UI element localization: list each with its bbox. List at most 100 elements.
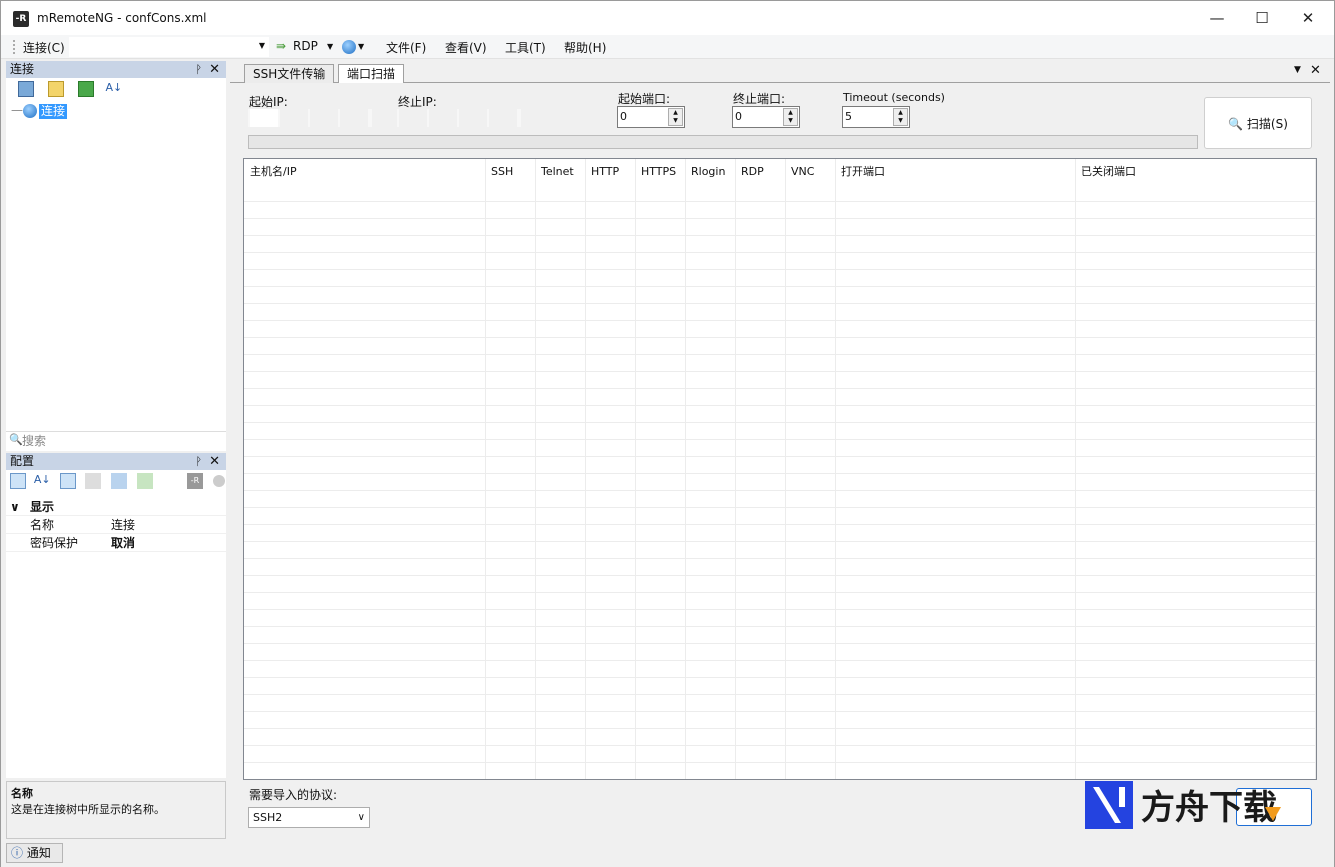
pin-icon[interactable]: ᚹ xyxy=(195,61,202,78)
column-header[interactable]: 打开端口 xyxy=(835,159,885,185)
sort-alpha-icon[interactable]: A↓ xyxy=(34,473,51,489)
end-port-spinner[interactable]: 0 ▲ ▼ xyxy=(732,106,800,128)
default-props-icon[interactable] xyxy=(111,473,128,489)
scan-button-label: 扫描(S) xyxy=(1246,117,1288,131)
column-header[interactable]: HTTPS xyxy=(635,159,676,185)
description-panel: 名称 这是在连接树中所显示的名称。 xyxy=(6,781,226,839)
ip-octet-4[interactable] xyxy=(489,109,517,127)
close-icon[interactable]: ✕ xyxy=(209,453,220,470)
view-icon[interactable] xyxy=(77,81,94,97)
description-title: 名称 xyxy=(11,787,33,800)
timeout-spinner[interactable]: 5 ▲ ▼ xyxy=(842,106,910,128)
tab-ssh-file-transfer[interactable]: SSH文件传输 xyxy=(244,64,335,84)
menu-file[interactable]: 文件(F) xyxy=(386,39,426,56)
table-row xyxy=(244,269,1316,270)
timeout-value[interactable]: 5 xyxy=(845,110,852,123)
column-header[interactable]: VNC xyxy=(785,159,814,185)
end-ip-label: 终止IP: xyxy=(398,95,437,109)
protocol-dropdown-icon[interactable]: ▼ xyxy=(327,42,333,51)
column-header[interactable]: 主机名/IP xyxy=(244,159,297,185)
tab-list-icon[interactable]: ▼ xyxy=(1294,65,1301,75)
start-port-value[interactable]: 0 xyxy=(620,110,627,123)
ip-octet-4[interactable] xyxy=(340,109,368,127)
logo-bar xyxy=(1119,787,1125,807)
prop-row[interactable]: 名称 连接 xyxy=(6,516,226,534)
start-port-spinner[interactable]: 0 ▲ ▼ xyxy=(617,106,685,128)
prop-value[interactable]: 连接 xyxy=(111,516,135,534)
table-row xyxy=(244,660,1316,661)
menu-view[interactable]: 查看(V) xyxy=(445,39,487,56)
table-row xyxy=(244,218,1316,219)
table-row xyxy=(244,456,1316,457)
ip-octet-1[interactable] xyxy=(250,109,278,127)
table-row xyxy=(244,388,1316,389)
pin-icon[interactable]: ᚹ xyxy=(195,453,202,470)
close-button[interactable]: ✕ xyxy=(1285,1,1331,35)
prop-row[interactable]: 密码保护 取消 xyxy=(6,534,226,552)
column-header[interactable]: Rlogin xyxy=(685,159,725,185)
column-header[interactable]: SSH xyxy=(485,159,513,185)
connections-toolbar: A↓ xyxy=(18,81,122,97)
tab-port-scan[interactable]: 端口扫描 xyxy=(338,64,405,85)
table-row xyxy=(244,201,1316,202)
spinner-updown-icon[interactable]: ▲ ▼ xyxy=(783,108,798,126)
ip-octet-3[interactable] xyxy=(310,109,338,127)
connections-title: 连接 xyxy=(10,62,35,76)
globe-icon[interactable] xyxy=(342,40,356,54)
table-row xyxy=(244,575,1316,576)
table-row xyxy=(244,439,1316,440)
chevron-down-icon[interactable]: ∨ xyxy=(358,808,365,827)
menu-tools[interactable]: 工具(T) xyxy=(505,39,546,56)
menu-help[interactable]: 帮助(H) xyxy=(564,39,606,56)
ip-octet-3[interactable] xyxy=(459,109,487,127)
close-icon[interactable]: ✕ xyxy=(209,61,220,78)
minimize-button[interactable]: — xyxy=(1194,1,1240,35)
globe-dropdown-icon[interactable]: ▼ xyxy=(358,42,364,51)
connect-menu[interactable]: 连接(C) xyxy=(23,39,65,56)
host-status-icon[interactable]: -R xyxy=(186,473,203,489)
maximize-button[interactable]: ☐ xyxy=(1239,1,1285,35)
chevron-down-icon[interactable]: ∨ xyxy=(10,500,20,514)
end-port-label: 终止端口: xyxy=(733,92,786,106)
spinner-updown-icon[interactable]: ▲ ▼ xyxy=(893,108,908,126)
column-header[interactable]: 已关闭端口 xyxy=(1075,159,1136,185)
search-input[interactable]: 搜索 xyxy=(6,431,226,449)
rdp-protocol-button[interactable]: RDP xyxy=(293,39,318,53)
ip-octet-2[interactable] xyxy=(280,109,308,127)
scan-results-table[interactable]: 主机名/IP SSH Telnet HTTP HTTPS Rlogin RDP … xyxy=(243,158,1317,780)
column-header[interactable]: Telnet xyxy=(535,159,574,185)
close-tab-icon[interactable]: ✕ xyxy=(1310,63,1321,78)
prop-value[interactable]: 取消 xyxy=(111,534,135,552)
table-row xyxy=(244,677,1316,678)
new-connection-icon[interactable] xyxy=(18,81,34,97)
chevron-down-icon[interactable]: ▼ xyxy=(259,41,265,50)
table-row xyxy=(244,405,1316,406)
default-inherit-icon[interactable] xyxy=(137,473,154,489)
new-folder-icon[interactable] xyxy=(47,81,64,97)
spinner-updown-icon[interactable]: ▲ ▼ xyxy=(668,108,683,126)
column-header[interactable]: HTTP xyxy=(585,159,619,185)
toolbar-grip[interactable] xyxy=(13,40,16,54)
document-tabs: SSH文件传输 端口扫描 ▼ ✕ xyxy=(230,61,1330,85)
ip-octet-2[interactable] xyxy=(429,109,457,127)
properties-icon[interactable] xyxy=(59,473,76,489)
connect-arrow-icon[interactable]: ⇛ xyxy=(276,39,286,53)
notify-tab[interactable]: ⓘ 通知 xyxy=(6,843,63,863)
table-row xyxy=(244,728,1316,729)
ip-octet-1[interactable] xyxy=(399,109,427,127)
start-ip-input[interactable] xyxy=(248,109,372,127)
end-ip-input[interactable] xyxy=(397,109,521,127)
table-row xyxy=(244,643,1316,644)
quick-connect-input[interactable]: ▼ xyxy=(69,37,269,57)
scan-button[interactable]: 🔍 扫描(S) xyxy=(1204,97,1312,149)
start-port-label: 起始端口: xyxy=(618,92,671,106)
categorized-icon[interactable] xyxy=(10,473,26,489)
inheritance-icon[interactable] xyxy=(85,473,102,489)
table-row xyxy=(244,762,1316,763)
import-protocol-select[interactable]: SSH2 ∨ xyxy=(248,807,370,828)
tree-root-connection[interactable]: 连接 xyxy=(39,104,68,119)
end-port-value[interactable]: 0 xyxy=(735,110,742,123)
sort-ascending-icon[interactable]: A↓ xyxy=(105,81,122,97)
column-header[interactable]: RDP xyxy=(735,159,764,185)
category-row[interactable]: ∨ 显示 xyxy=(6,498,226,516)
